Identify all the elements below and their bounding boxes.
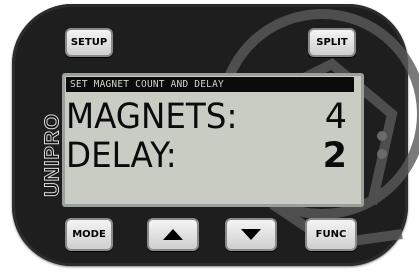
up-button[interactable] <box>147 218 199 251</box>
delay-value: 2 <box>322 136 347 176</box>
indicator-dot-top <box>377 131 387 141</box>
screen-header: SET MAGNET COUNT AND DELAY <box>66 77 354 92</box>
delay-label: DELAY: <box>66 136 177 176</box>
down-triangle-icon <box>241 229 261 240</box>
magnets-label: MAGNETS: <box>66 97 238 137</box>
setup-button[interactable]: SETUP <box>65 28 113 57</box>
indicator-dot-bottom <box>377 149 387 159</box>
mode-button[interactable]: MODE <box>65 218 113 251</box>
func-button[interactable]: FUNC <box>305 218 357 251</box>
magnets-value: 4 <box>324 97 347 137</box>
up-triangle-icon <box>163 229 183 240</box>
down-button[interactable] <box>225 218 277 251</box>
split-button[interactable]: SPLIT <box>308 28 356 57</box>
